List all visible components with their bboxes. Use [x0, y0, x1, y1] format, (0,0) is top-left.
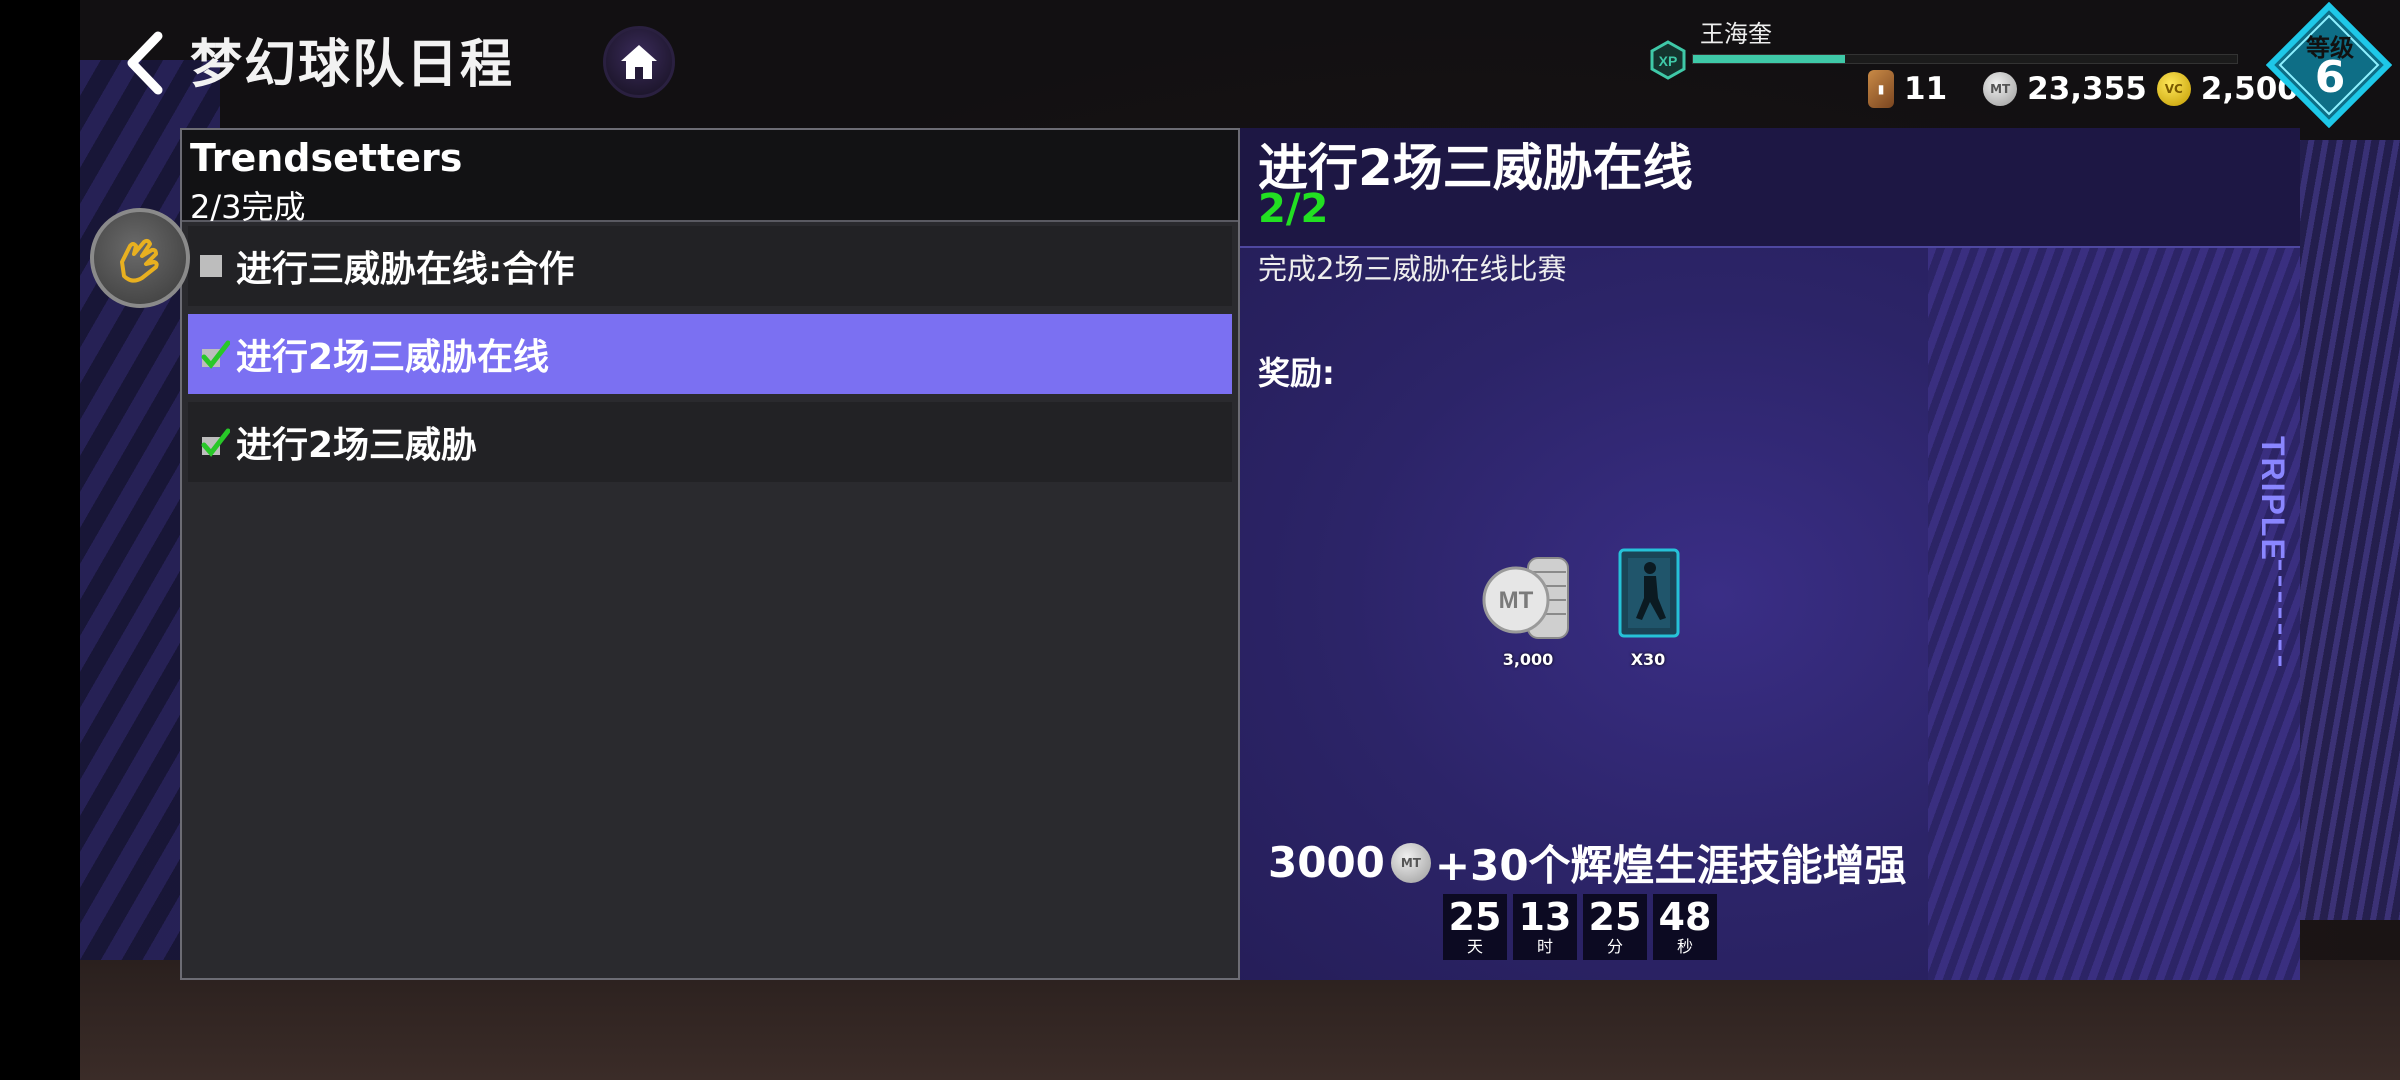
home-icon: [621, 45, 657, 79]
task-set-title: Trendsetters: [190, 136, 463, 180]
player-name: 王海奎: [1700, 20, 1772, 48]
task-set-progress: 2/3完成: [190, 188, 306, 226]
triple-threat-logo: TRIPLE: [2255, 436, 2290, 672]
xp-badge-text: XP: [1659, 53, 1678, 69]
triple-logo-text: TRIPLE: [2255, 436, 2290, 562]
reward-mt-icon-text: MT: [1499, 587, 1534, 614]
reward-summary: 3000 MT +30个辉煌生涯技能增强: [1268, 832, 1907, 893]
task-detail-header: 进行2场三威胁在线 2/2: [1240, 128, 2300, 248]
task-set-header: Trendsetters 2/3完成: [182, 130, 1238, 226]
countdown-seconds: 48 秒: [1653, 894, 1717, 960]
level-value: 6: [2314, 52, 2346, 103]
task-description: 完成2场三威胁在线比赛: [1258, 252, 1567, 286]
task-list-panel: Trendsetters 2/3完成 进行三威胁在线:合作 进行2场三威胁在线 …: [180, 128, 1240, 980]
home-button[interactable]: [603, 26, 675, 98]
hand-pointer-icon: [120, 238, 159, 283]
countdown-minutes: 25 分: [1583, 894, 1647, 960]
reward-count: 3,000: [1502, 650, 1554, 669]
mt-coin-icon: MT: [1390, 842, 1431, 883]
mt-coins-icon: MT: [1482, 557, 1569, 639]
decorative-stripes: [1928, 248, 2300, 980]
skill-boost-card-icon: [1618, 548, 1680, 638]
xp-progress-bar: [1692, 54, 2238, 64]
reward-mt[interactable]: MT 3,000: [1468, 542, 1588, 669]
vc-coin-icon: VC: [2156, 72, 2191, 106]
countdown-days: 25 天: [1443, 894, 1507, 960]
back-button[interactable]: [120, 28, 170, 98]
task-label: 进行2场三威胁: [236, 425, 478, 466]
task-item-triple-threat[interactable]: 进行2场三威胁: [188, 402, 1232, 482]
task-detail-progress: 2/2: [1258, 186, 1329, 232]
task-item-coop[interactable]: 进行三威胁在线:合作: [188, 226, 1232, 306]
mt-coin-icon: MT: [1983, 72, 2018, 106]
card-count: 11: [1904, 71, 1948, 107]
rewards-label: 奖励:: [1258, 354, 1335, 392]
reward-skill-boost[interactable]: X30: [1588, 542, 1708, 669]
card-pack-icon: ▮: [1868, 70, 1894, 108]
hand-pointer-button[interactable]: [90, 208, 190, 308]
checkmark-icon: [201, 428, 230, 457]
task-label: 进行2场三威胁在线: [236, 337, 550, 378]
task-label: 进行三威胁在线:合作: [236, 249, 575, 290]
countdown-timer: 25 天 13 时 25 分 48 秒: [1443, 894, 1717, 960]
page-title: 梦幻球队日程: [190, 35, 515, 95]
countdown-hours: 13 时: [1513, 894, 1577, 960]
chevron-left-icon: [127, 31, 163, 95]
currency-row: ▮ 11 MT 23,355 VC 2,500: [1868, 70, 2299, 108]
xp-progress-fill: [1693, 55, 1846, 63]
xp-icon: XP: [1650, 40, 1686, 80]
task-item-online[interactable]: 进行2场三威胁在线: [188, 314, 1232, 394]
mt-balance: 23,355: [2027, 71, 2147, 107]
checkmark-icon: [201, 340, 230, 369]
summary-skill-boost: +30个辉煌生涯技能增强: [1434, 841, 1907, 890]
checkbox-empty-icon: [200, 255, 222, 277]
summary-mt-amount: 3000: [1268, 838, 1385, 887]
reward-count: X30: [1630, 650, 1666, 669]
